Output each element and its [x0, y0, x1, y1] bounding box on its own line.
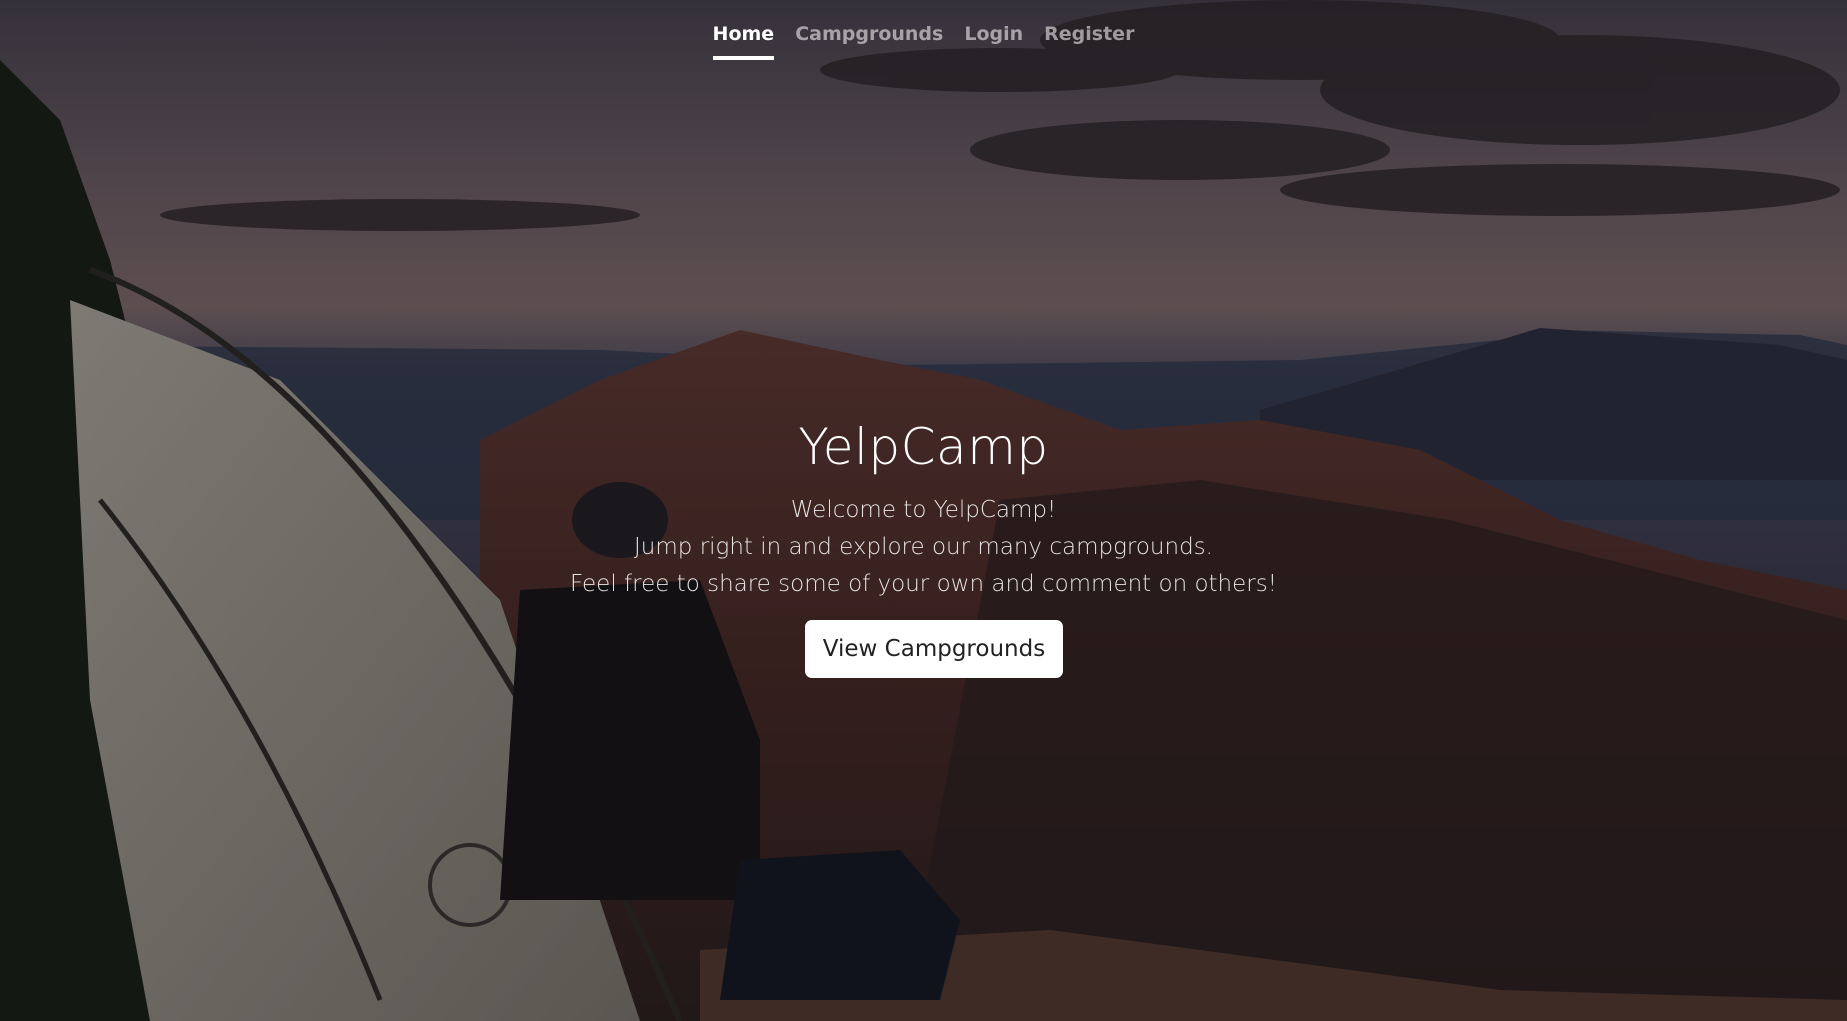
- nav-home-link[interactable]: Home: [712, 22, 775, 60]
- view-campgrounds-button[interactable]: View Campgrounds: [805, 620, 1063, 678]
- top-navigation: Home Campgrounds Login Register: [0, 22, 1847, 60]
- nav-register-link[interactable]: Register: [1044, 22, 1134, 60]
- lead-line-welcome: Welcome to YelpCamp!: [790, 497, 1057, 523]
- nav-login-link[interactable]: Login: [964, 22, 1023, 60]
- hero-lead: Welcome to YelpCamp! Jump right in and e…: [0, 492, 1847, 603]
- lead-line-share: Feel free to share some of your own and …: [570, 571, 1277, 597]
- nav-campgrounds-link[interactable]: Campgrounds: [795, 22, 943, 60]
- hero-section: Home Campgrounds Login Register YelpCamp…: [0, 0, 1847, 1021]
- lead-line-explore: Jump right in and explore our many campg…: [634, 534, 1213, 560]
- page-title: YelpCamp: [798, 418, 1049, 476]
